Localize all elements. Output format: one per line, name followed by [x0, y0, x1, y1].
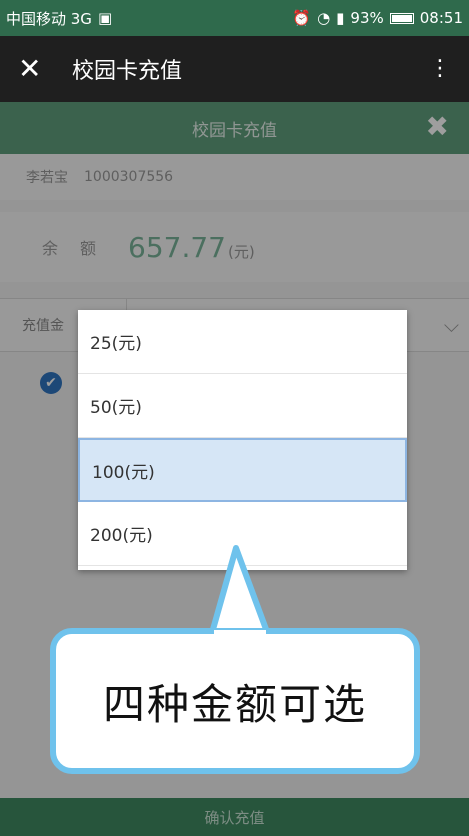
callout-tail-cover: [214, 630, 266, 640]
